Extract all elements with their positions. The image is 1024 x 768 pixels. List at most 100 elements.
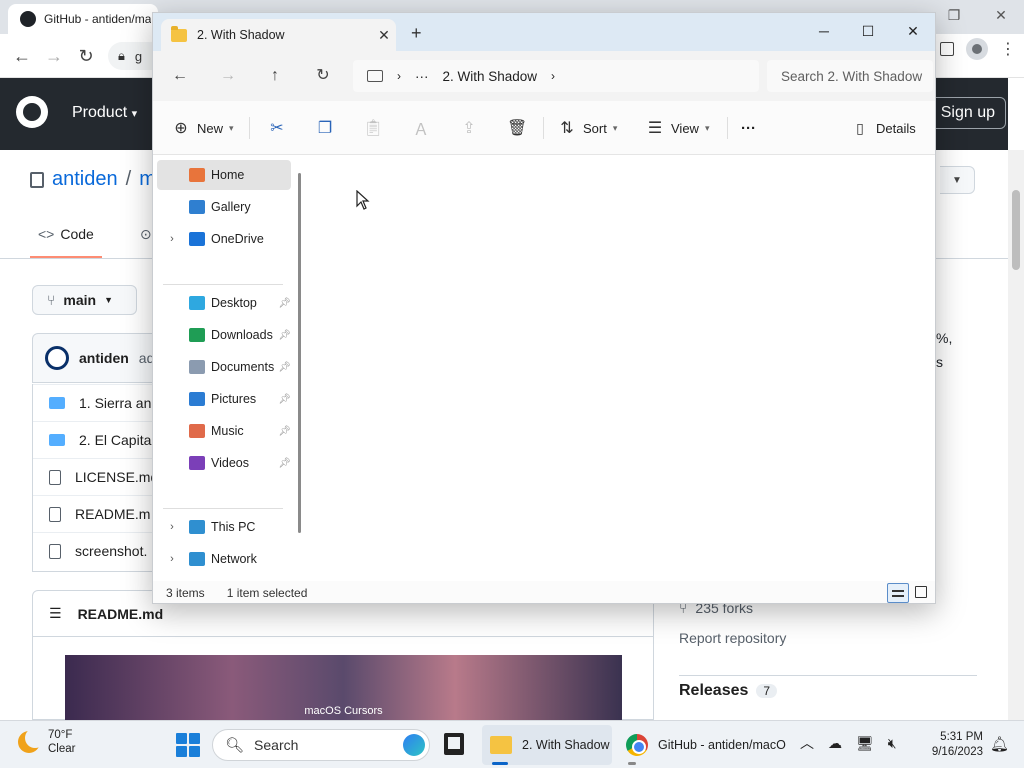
system-tray: ︿ ☁ 🖥︎ 🔇︎ [800, 733, 897, 753]
nav-item-documents[interactable]: Documents 📌︎ [157, 352, 291, 382]
nav-item-gallery[interactable]: Gallery [157, 192, 291, 222]
details-pane-button[interactable]: ▯ Details [850, 115, 916, 141]
file-name[interactable]: LICENSE.md [75, 469, 158, 485]
file-row[interactable]: LICENSE.md [33, 458, 171, 495]
chevron-up-icon[interactable]: ︿ [800, 733, 814, 753]
page-scrollbar[interactable] [1008, 150, 1024, 720]
chrome-restore-button[interactable]: ❐ [943, 6, 965, 24]
branch-selector[interactable]: ⑂ main ▼ [32, 285, 137, 315]
forward-icon[interactable]: → [215, 63, 241, 89]
back-icon[interactable]: ← [167, 63, 193, 89]
new-button[interactable]: ⊕ New ▾ [171, 115, 233, 141]
file-list-view[interactable] [309, 156, 935, 581]
nav-item-network[interactable]: › Network [157, 544, 291, 574]
taskbar-chrome-label: GitHub - antiden/macO [658, 738, 786, 752]
share-button[interactable]: ⇪ [459, 115, 479, 141]
onedrive-sync-icon[interactable]: ☁ [828, 735, 842, 752]
expand-chevron-icon[interactable]: › [165, 521, 179, 533]
chrome-tab-github[interactable]: GitHub - antiden/ma [8, 4, 158, 34]
scrollbar-thumb[interactable] [1012, 190, 1020, 270]
file-row[interactable]: README.m [33, 495, 171, 532]
nav-item-this-pc[interactable]: › This PC [157, 512, 291, 542]
address-current-folder[interactable]: 2. With Shadow [443, 69, 538, 84]
commit-author[interactable]: antiden [79, 350, 129, 366]
file-name[interactable]: screenshot. [75, 543, 147, 559]
nav-item-videos[interactable]: Videos 📌︎ [157, 448, 291, 478]
nav-item-pictures[interactable]: Pictures 📌︎ [157, 384, 291, 414]
minimize-button[interactable]: ─ [801, 17, 847, 45]
sidepanel-icon[interactable] [940, 42, 954, 56]
address-bar[interactable]: › ··· 2. With Shadow › [353, 60, 759, 92]
documents-icon [189, 360, 205, 374]
branch-icon: ⑂ [47, 292, 56, 308]
refresh-icon[interactable]: ↻ [310, 63, 336, 89]
notification-bell-icon[interactable]: 🔔︎ [990, 735, 1009, 753]
file-row[interactable]: 2. El Capitan [33, 421, 171, 458]
rename-button[interactable]: Ａ [411, 115, 431, 141]
tab-close-button[interactable]: ✕ [372, 27, 396, 44]
github-logo-icon[interactable] [16, 96, 48, 128]
taskbar-app-chrome[interactable]: GitHub - antiden/macO [618, 725, 788, 765]
search-input[interactable]: Search 2. With Shadow [767, 60, 933, 92]
report-repository-link[interactable]: Report repository [679, 630, 979, 646]
nav-item-home[interactable]: Home [157, 160, 291, 190]
nav-item-desktop[interactable]: Desktop 📌︎ [157, 288, 291, 318]
expand-chevron-icon[interactable]: › [165, 233, 179, 245]
start-button[interactable] [176, 733, 200, 757]
bing-icon[interactable] [403, 734, 425, 756]
file-name[interactable]: README.m [75, 506, 150, 522]
more-options-button[interactable]: ··· [741, 115, 756, 141]
file-list: 1. Sierra and 2. El Capitan LICENSE.md READ… [32, 384, 172, 572]
taskbar-clock[interactable]: 5:31 PM 9/16/2023 [925, 730, 983, 760]
chrome-reload-icon[interactable]: ↻ [74, 44, 98, 68]
breadcrumb-owner[interactable]: antiden [52, 168, 118, 191]
chrome-back-icon[interactable]: ← [10, 44, 34, 68]
details-view-toggle-icon[interactable] [887, 583, 909, 603]
breadcrumb-separator: / [125, 168, 132, 190]
list-icon[interactable]: ☰ [49, 605, 62, 622]
task-view-icon[interactable] [444, 733, 464, 755]
file-row[interactable]: 1. Sierra and [33, 384, 171, 421]
tab-code[interactable]: <> Code [30, 220, 102, 258]
copy-button[interactable]: ❐ [315, 115, 335, 141]
view-button[interactable]: ☰ View ▾ [645, 115, 710, 141]
taskbar-search[interactable]: 🔍︎ Search [212, 729, 430, 761]
taskbar-app-explorer[interactable]: 2. With Shadow [482, 725, 612, 765]
address-ellipsis[interactable]: ··· [415, 69, 429, 84]
releases-heading[interactable]: Releases 7 [679, 682, 979, 700]
sort-button[interactable]: ⇅ Sort ▾ [557, 115, 617, 141]
nav-item-onedrive[interactable]: › OneDrive [157, 224, 291, 254]
file-row[interactable]: screenshot. [33, 532, 171, 569]
chevron-down-icon: ▾ [704, 122, 710, 133]
weather-widget[interactable]: 70°F Clear [18, 728, 75, 756]
paste-button[interactable]: 📋︎ [363, 115, 383, 141]
chrome-menu-icon[interactable]: ⋮ [1000, 39, 1016, 59]
up-icon[interactable]: ↑ [262, 63, 288, 89]
profile-avatar-icon[interactable] [966, 38, 988, 60]
explorer-tab[interactable]: 2. With Shadow ✕ [161, 19, 396, 51]
cut-button[interactable]: ✂ [267, 115, 287, 141]
chrome-forward-icon[interactable]: → [42, 44, 66, 68]
maximize-button[interactable]: ☐ [845, 17, 891, 45]
large-icons-view-toggle-icon[interactable] [915, 586, 927, 598]
nav-item-label: Gallery [211, 200, 251, 214]
delete-button[interactable]: 🗑︎ [507, 115, 527, 141]
network-icon[interactable]: 🖥︎ [856, 735, 874, 752]
close-button[interactable]: ✕ [890, 17, 935, 45]
volume-muted-icon[interactable]: 🔇︎ [888, 735, 897, 752]
pictures-icon [189, 392, 205, 406]
code-dropdown-caret[interactable]: ▼ [940, 166, 975, 194]
avatar[interactable] [45, 346, 69, 370]
view-label: View [671, 120, 699, 136]
github-nav-product[interactable]: Product ▾ [72, 104, 137, 122]
expand-chevron-icon[interactable]: › [165, 553, 179, 565]
nav-item-music[interactable]: Music 📌︎ [157, 416, 291, 446]
nav-item-downloads[interactable]: Downloads 📌︎ [157, 320, 291, 350]
nav-scrollbar[interactable] [298, 173, 301, 533]
details-pane-icon: ▯ [856, 119, 864, 136]
new-tab-button[interactable]: + [411, 23, 422, 44]
chevron-right-icon[interactable]: › [551, 69, 555, 83]
file-name[interactable]: 1. Sierra and [79, 395, 159, 411]
chrome-close-button[interactable]: ✕ [990, 6, 1012, 24]
file-name[interactable]: 2. El Capitan [79, 432, 159, 448]
